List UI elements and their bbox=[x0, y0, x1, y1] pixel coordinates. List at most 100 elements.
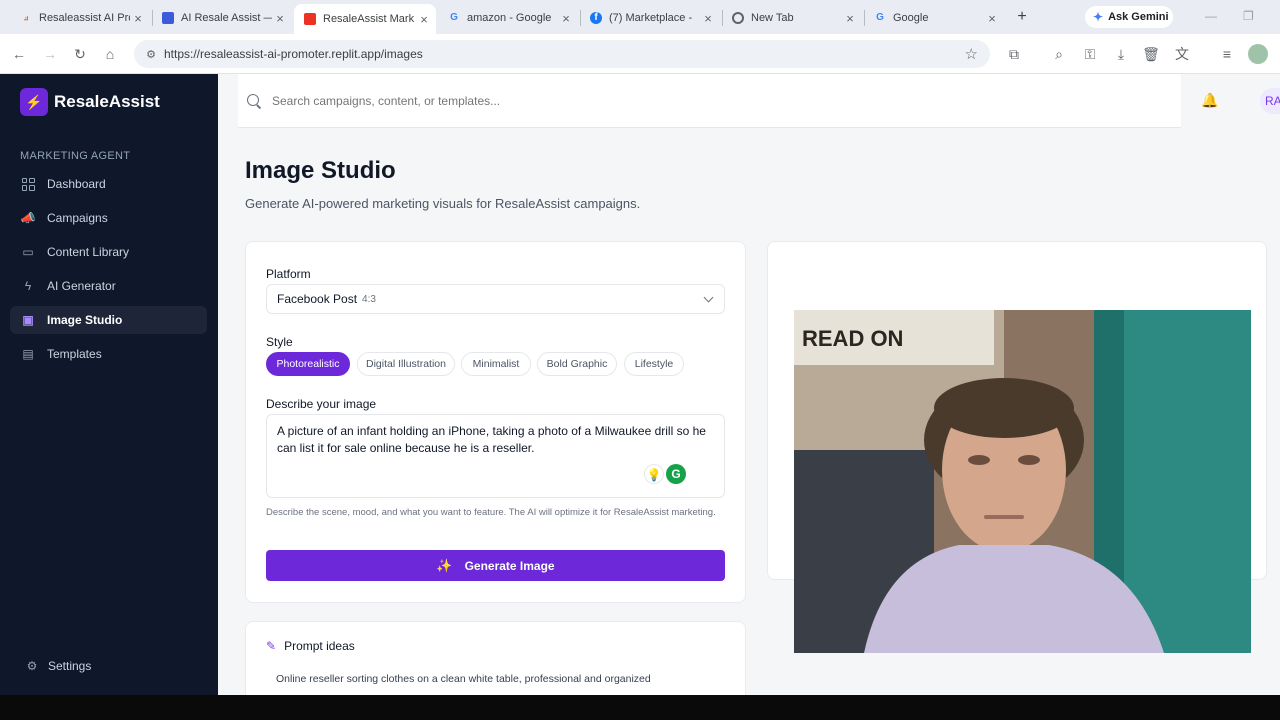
platform-select[interactable]: Facebook Post 4:3 bbox=[266, 284, 725, 314]
platform-ratio: 4:3 bbox=[362, 293, 376, 305]
prompt-ideas-heading: ✎ Prompt ideas bbox=[266, 639, 355, 653]
close-icon[interactable]: × bbox=[130, 11, 146, 26]
restore-icon[interactable]: ❐ bbox=[1243, 9, 1254, 23]
forward-arrow-icon[interactable]: → bbox=[40, 44, 60, 64]
new-tab-button[interactable]: + bbox=[1012, 7, 1032, 27]
address-bar[interactable]: ⚙ https://resaleassist-ai-promoter.repli… bbox=[134, 40, 990, 68]
screen-search-icon[interactable]: ⌕ bbox=[1049, 44, 1069, 64]
sidebar-item-dashboard[interactable]: Dashboard bbox=[10, 170, 207, 198]
bookmark-star-icon[interactable]: ☆ bbox=[965, 45, 978, 63]
google-icon: G bbox=[450, 12, 458, 23]
sidebar-item-label: Image Studio bbox=[47, 313, 123, 327]
prompt-idea-item[interactable]: Online reseller sorting clothes on a cle… bbox=[276, 673, 651, 685]
description-helper-text: Describe the scene, mood, and what you w… bbox=[266, 507, 716, 518]
layout-icon: ▤ bbox=[22, 347, 34, 361]
style-chip-minimalist[interactable]: Minimalist bbox=[461, 352, 531, 376]
sidebar-item-label: Campaigns bbox=[47, 211, 108, 225]
translate-icon[interactable]: 文 bbox=[1172, 44, 1192, 64]
describe-label: Describe your image bbox=[266, 397, 377, 411]
close-icon[interactable]: × bbox=[558, 11, 574, 26]
image-icon: ▣ bbox=[22, 313, 34, 327]
extensions-icon[interactable]: ⧉ bbox=[1004, 44, 1024, 64]
chevron-down-icon bbox=[703, 292, 714, 303]
platform-value: Facebook Post bbox=[277, 292, 358, 306]
style-chip-digital-illustration[interactable]: Digital Illustration bbox=[357, 352, 455, 376]
settings-label: Settings bbox=[48, 659, 92, 673]
back-arrow-icon[interactable]: ← bbox=[9, 44, 29, 64]
textarea-extension-icons: 💡 G bbox=[644, 464, 686, 484]
generate-image-label: Generate Image bbox=[464, 558, 555, 573]
bottom-letterbox bbox=[0, 695, 1280, 720]
profile-avatar-icon[interactable] bbox=[1248, 44, 1268, 64]
shirt-text: READ ON bbox=[802, 326, 903, 351]
sidebar-item-content-library[interactable]: ▭ Content Library bbox=[10, 238, 207, 266]
app-header bbox=[238, 74, 1181, 128]
replit-icon: ⟓ bbox=[23, 12, 29, 23]
close-icon[interactable]: × bbox=[700, 11, 716, 26]
tab-title: amazon - Google bbox=[467, 12, 552, 24]
webcam-person-image: READ ON bbox=[794, 310, 1251, 653]
bell-icon[interactable]: 🔔 bbox=[1201, 92, 1219, 110]
lightbulb-icon[interactable]: 💡 bbox=[644, 464, 664, 484]
ask-gemini-label: Ask Gemini bbox=[1108, 11, 1169, 23]
browser-tab[interactable]: G amazon - Google × bbox=[438, 5, 578, 31]
password-key-icon[interactable]: ⚿ bbox=[1080, 44, 1100, 64]
tab-title: New Tab bbox=[751, 12, 794, 24]
generate-image-button[interactable]: ✨ Generate Image bbox=[266, 550, 725, 581]
sidebar: ⚡ ResaleAssist MARKETING AGENT Dashboard… bbox=[0, 74, 218, 695]
browser-tab[interactable]: G Google × bbox=[864, 5, 1004, 31]
tab-title: Resaleassist AI Pro bbox=[39, 12, 130, 24]
webcam-overlay: READ ON bbox=[794, 310, 1251, 653]
sidebar-item-label: Dashboard bbox=[47, 177, 106, 191]
minimize-icon[interactable]: — bbox=[1205, 9, 1217, 23]
brand[interactable]: ⚡ ResaleAssist bbox=[20, 88, 160, 116]
web-icon bbox=[162, 12, 174, 24]
description-textarea[interactable]: A picture of an infant holding an iPhone… bbox=[266, 414, 725, 498]
avatar[interactable]: RA bbox=[1260, 88, 1280, 114]
trash-icon[interactable]: 🗑 bbox=[1141, 44, 1161, 64]
close-icon[interactable]: × bbox=[984, 11, 1000, 26]
close-icon[interactable]: × bbox=[416, 12, 432, 27]
bolt-icon: ϟ bbox=[24, 279, 32, 293]
close-icon[interactable]: × bbox=[272, 11, 288, 26]
home-icon[interactable]: ⌂ bbox=[100, 44, 120, 64]
browser-tab[interactable]: ⟓ Resaleassist AI Pro × bbox=[10, 5, 150, 31]
sidebar-item-campaigns[interactable]: 📣 Campaigns bbox=[10, 204, 207, 232]
style-label: Style bbox=[266, 335, 293, 349]
media-control-icon[interactable]: ≡ bbox=[1217, 44, 1237, 64]
reload-icon[interactable]: ↻ bbox=[70, 44, 90, 64]
facebook-icon: f bbox=[590, 12, 602, 24]
download-icon[interactable]: ⤓ bbox=[1111, 44, 1131, 64]
page-title: Image Studio bbox=[245, 157, 396, 184]
screen: ⟓ Resaleassist AI Pro × AI Resale Assist… bbox=[0, 0, 1280, 695]
magic-wand-icon: ✎ bbox=[266, 639, 277, 653]
sidebar-item-settings[interactable]: ⚙ Settings bbox=[24, 658, 92, 674]
sidebar-item-ai-generator[interactable]: ϟ AI Generator bbox=[10, 272, 207, 300]
book-icon: ▭ bbox=[22, 245, 34, 259]
browser-tab-active[interactable]: ResaleAssist Mark × bbox=[294, 4, 436, 34]
grammarly-icon[interactable]: G bbox=[666, 464, 686, 484]
style-chip-lifestyle[interactable]: Lifestyle bbox=[624, 352, 684, 376]
gear-icon: ⚙ bbox=[26, 659, 38, 673]
browser-tab[interactable]: New Tab × bbox=[722, 5, 862, 31]
site-info-icon[interactable]: ⚙ bbox=[142, 48, 160, 61]
style-chip-bold-graphic[interactable]: Bold Graphic bbox=[537, 352, 617, 376]
style-chip-photorealistic[interactable]: Photorealistic bbox=[266, 352, 350, 376]
gemini-sparkle-icon: ✦ bbox=[1093, 10, 1104, 24]
close-icon[interactable]: × bbox=[842, 11, 858, 26]
sparkles-icon: ✨ bbox=[436, 557, 453, 573]
sidebar-item-templates[interactable]: ▤ Templates bbox=[10, 340, 207, 368]
sidebar-item-image-studio[interactable]: ▣ Image Studio bbox=[10, 306, 207, 334]
browser-tab[interactable]: f (7) Marketplace - × bbox=[580, 5, 720, 31]
sidebar-item-label: Content Library bbox=[47, 245, 130, 259]
chrome-icon bbox=[732, 12, 744, 24]
browser-tab-strip: ⟓ Resaleassist AI Pro × AI Resale Assist… bbox=[0, 0, 1280, 34]
sidebar-item-label: Templates bbox=[47, 347, 102, 361]
prompt-ideas-card: ✎ Prompt ideas Online reseller sorting c… bbox=[245, 621, 746, 695]
search-input[interactable] bbox=[272, 93, 872, 108]
url-text: https://resaleassist-ai-promoter.replit.… bbox=[164, 47, 423, 61]
sidebar-section-label: MARKETING AGENT bbox=[20, 150, 131, 162]
browser-toolbar: ← → ↻ ⌂ ⚙ https://resaleassist-ai-promot… bbox=[0, 34, 1280, 74]
ask-gemini-button[interactable]: ✦ Ask Gemini bbox=[1085, 6, 1173, 28]
browser-tab[interactable]: AI Resale Assist — × bbox=[152, 5, 292, 31]
